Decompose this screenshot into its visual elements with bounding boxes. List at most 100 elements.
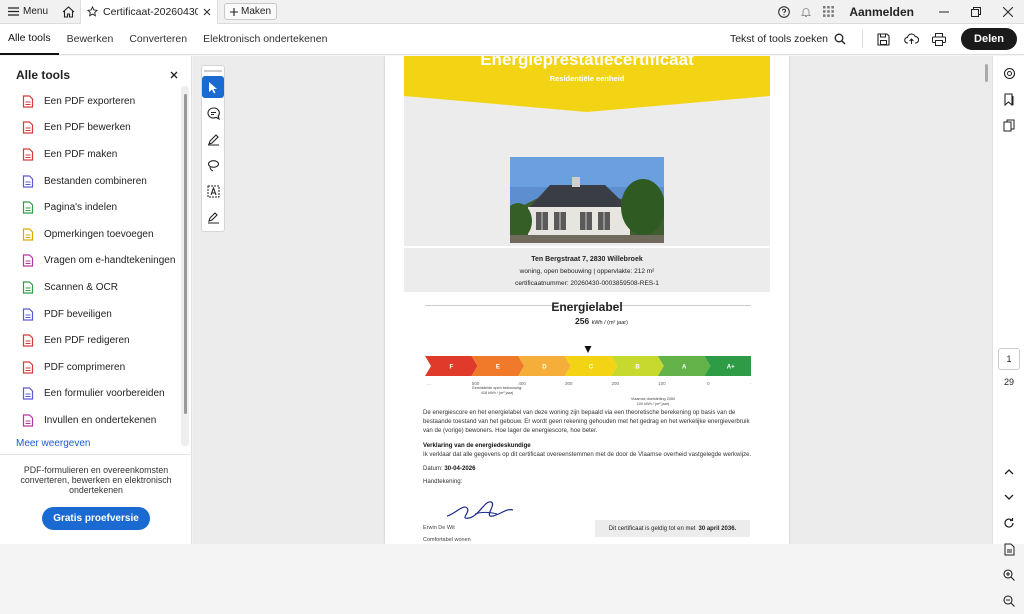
tool-item[interactable]: Een PDF bewerken <box>0 115 191 142</box>
document-tab[interactable]: Certificaat-20260430-... <box>80 0 219 24</box>
search-icon <box>834 33 846 45</box>
next-page-button[interactable] <box>993 484 1024 510</box>
tool-item[interactable]: Scannen & OCR <box>0 274 191 301</box>
energy-score: 256 kWh / (m² jaar) <box>575 316 628 326</box>
menu-button[interactable]: Menu <box>0 0 56 24</box>
tool-item[interactable]: PDF comprimeren <box>0 354 191 381</box>
new-tab-label: Maken <box>241 6 272 17</box>
draw-tool[interactable] <box>202 128 224 150</box>
export-pdf-icon <box>22 95 34 108</box>
select-tool[interactable] <box>202 76 224 98</box>
star-icon[interactable] <box>87 6 99 17</box>
copy-pages-icon <box>1003 119 1014 131</box>
restore-button[interactable] <box>960 0 992 24</box>
upload-button[interactable] <box>897 25 925 53</box>
tool-item[interactable]: Bestanden combineren <box>0 168 191 195</box>
energy-class-label: F <box>449 365 453 371</box>
tool-item[interactable]: Pagina's indelen <box>0 194 191 221</box>
declaration-title: Verklaring van de energiedeskundige <box>423 442 531 449</box>
assistant-icon <box>1003 67 1015 79</box>
signer-name: Erwin De Wit <box>423 525 455 531</box>
scan-ocr-icon <box>22 281 34 294</box>
new-tab-button[interactable]: Maken <box>224 3 278 20</box>
main-toolbar: Alle tools Bewerken Converteren Elektron… <box>0 24 1024 55</box>
panel-scrollbar[interactable] <box>181 86 189 446</box>
signin-button[interactable]: Aanmelden <box>839 5 928 19</box>
help-button[interactable] <box>773 0 795 24</box>
refresh-icon <box>1004 518 1014 528</box>
show-more-link[interactable]: Meer weergeven <box>0 438 191 449</box>
create-pdf-icon <box>22 148 34 161</box>
ai-assistant-button[interactable] <box>993 60 1024 86</box>
prepare-form-icon <box>22 387 34 400</box>
notifications-button[interactable] <box>795 0 817 24</box>
tool-item[interactable]: Invullen en ondertekenen <box>0 407 191 434</box>
scale-annotation: Gemiddelde open bebouwing: <box>472 386 522 390</box>
tool-item-label: Scannen & OCR <box>44 281 118 293</box>
header-chevron <box>404 96 770 112</box>
date-value: 30-04-2026 <box>444 465 476 472</box>
scale-tick-label: 0 <box>707 381 710 386</box>
sign-tool[interactable] <box>202 206 224 228</box>
tab-alle-tools[interactable]: Alle tools <box>0 24 59 55</box>
toolbar-grip[interactable] <box>204 70 222 72</box>
previous-page-button[interactable] <box>993 458 1024 484</box>
free-trial-button[interactable]: Gratis proefversie <box>42 507 150 530</box>
page-tools-button[interactable] <box>993 536 1024 562</box>
text-box-icon <box>207 185 219 197</box>
print-button[interactable] <box>925 25 953 53</box>
apps-button[interactable] <box>817 0 839 24</box>
tools-list: Een PDF exporteren Een PDF bewerken Een PD… <box>0 88 191 434</box>
tab-bewerken[interactable]: Bewerken <box>59 24 122 55</box>
restore-icon <box>971 6 981 17</box>
zoom-out-button[interactable] <box>993 588 1024 614</box>
tool-item[interactable]: Een PDF maken <box>0 141 191 168</box>
tool-item[interactable]: Een PDF exporteren <box>0 88 191 115</box>
text-tool[interactable] <box>202 180 224 202</box>
search-tools-button[interactable]: Tekst of tools zoeken <box>730 33 856 45</box>
tool-item[interactable]: PDF beveiligen <box>0 301 191 328</box>
panel-title: Alle tools <box>16 67 71 82</box>
bookmarks-button[interactable] <box>993 86 1024 112</box>
compress-pdf-icon <box>22 361 34 374</box>
energy-class-label: B <box>635 365 640 371</box>
comment-tool[interactable] <box>202 102 224 124</box>
tool-item-label: Een PDF redigeren <box>44 335 130 347</box>
panel-scroll-thumb[interactable] <box>183 94 187 414</box>
close-window-button[interactable] <box>992 0 1024 24</box>
pages-button[interactable] <box>993 112 1024 138</box>
tab-elektronisch-ondertekenen[interactable]: Elektronisch ondertekenen <box>195 24 335 55</box>
close-tab-icon[interactable] <box>203 8 211 16</box>
page-number-input[interactable]: 1 <box>998 348 1020 370</box>
tool-item[interactable]: Opmerkingen toevoegen <box>0 221 191 248</box>
hamburger-icon <box>8 7 19 16</box>
viewer-scrollbar-thumb[interactable] <box>985 64 988 82</box>
address-text: Ten Bergstraat 7, 2830 Willebroek <box>531 256 643 263</box>
zoom-in-button[interactable] <box>993 562 1024 588</box>
comment-icon <box>22 228 34 241</box>
tool-item-label: PDF comprimeren <box>44 361 126 373</box>
zoom-out-icon <box>1003 595 1015 607</box>
close-panel-icon[interactable] <box>170 71 178 79</box>
pdf-page: Energieprestatiecertificaat Residentiële… <box>385 56 789 544</box>
tool-item[interactable]: Een formulier voorbereiden <box>0 381 191 408</box>
validity-date: 30 april 2036. <box>698 525 737 532</box>
save-button[interactable] <box>869 25 897 53</box>
minimize-button[interactable] <box>928 0 960 24</box>
share-button[interactable]: Delen <box>961 28 1017 50</box>
help-icon <box>778 5 791 18</box>
scale-tick-label: 300 <box>565 381 573 386</box>
plus-icon <box>230 7 239 16</box>
rotate-button[interactable] <box>993 510 1024 536</box>
tool-item[interactable]: Een PDF redigeren <box>0 327 191 354</box>
scale-tick-label: 200 <box>612 381 620 386</box>
tab-title: Certificaat-20260430-... <box>103 5 199 18</box>
apps-grid-icon <box>822 6 834 17</box>
search-tools-label: Tekst of tools zoeken <box>729 33 829 45</box>
tab-converteren[interactable]: Converteren <box>121 24 195 55</box>
home-button[interactable] <box>56 0 80 24</box>
tool-item[interactable]: Vragen om e-handtekeningen <box>0 248 191 275</box>
energy-class-label: E <box>496 365 500 371</box>
date-label: Datum: <box>423 465 443 472</box>
lasso-tool[interactable] <box>202 154 224 176</box>
